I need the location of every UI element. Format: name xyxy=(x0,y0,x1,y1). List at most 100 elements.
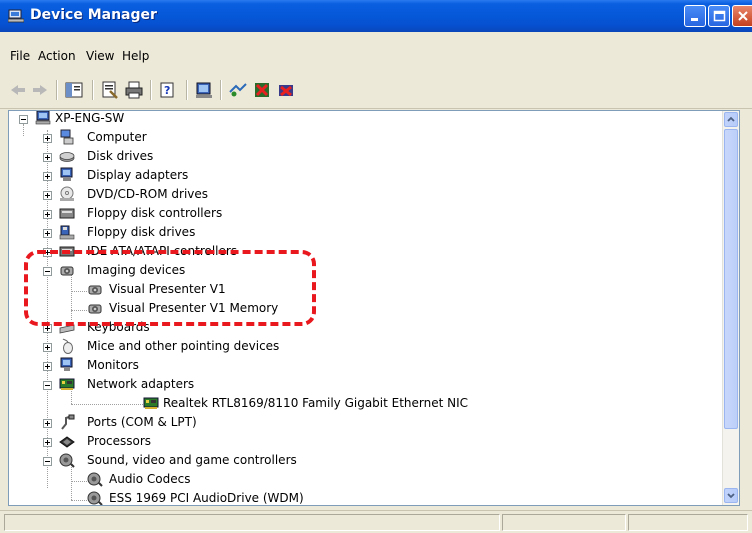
tree-item-label: Realtek RTL8169/8110 Family Gigabit Ethe… xyxy=(163,396,469,410)
expand-keyboards-expander[interactable] xyxy=(43,324,52,333)
tree-item-imaging-devices[interactable]: Imaging devices xyxy=(9,261,709,280)
tree-item-label: Network adapters xyxy=(87,377,195,391)
toolbar-separator xyxy=(186,80,188,100)
tree-item-display-adapters[interactable]: Display adapters xyxy=(9,166,709,185)
sound-icon xyxy=(87,472,103,487)
scroll-down-button[interactable] xyxy=(724,488,738,503)
minimize-icon xyxy=(691,18,698,21)
expand-monitors-expander[interactable] xyxy=(43,362,52,371)
port-icon xyxy=(61,414,75,430)
expand-ports-expander[interactable] xyxy=(43,419,52,428)
tree-item-visual-presenter-memory[interactable]: Visual Presenter V1 Memory xyxy=(9,299,709,318)
tree-item-realtek-nic[interactable]: Realtek RTL8169/8110 Family Gigabit Ethe… xyxy=(9,394,709,413)
back-icon[interactable] xyxy=(8,80,28,100)
chevron-down-icon xyxy=(727,493,735,499)
maximize-button[interactable] xyxy=(708,5,730,27)
network-card-icon xyxy=(59,378,75,390)
forward-icon[interactable] xyxy=(30,80,50,100)
tree-item-monitors[interactable]: Monitors xyxy=(9,356,709,375)
tree-item-label: Audio Codecs xyxy=(109,472,191,486)
floppy-drive-icon xyxy=(59,225,75,240)
toolbar-separator xyxy=(150,80,152,100)
close-icon xyxy=(738,11,748,21)
tree-item-network-adapters[interactable]: Network adapters xyxy=(9,375,709,394)
uninstall-device-icon[interactable] xyxy=(276,80,296,100)
status-cell xyxy=(628,514,748,531)
menu-view[interactable]: View xyxy=(86,49,114,63)
tree-item-mice[interactable]: Mice and other pointing devices xyxy=(9,337,709,356)
tree-item-ide-controllers[interactable]: IDE ATA/ATAPI controllers xyxy=(9,242,709,261)
tree-item-floppy-disk-drives[interactable]: Floppy disk drives xyxy=(9,223,709,242)
expand-floppy-controllers-expander[interactable] xyxy=(43,210,52,219)
tree-item-label: ESS 1969 PCI AudioDrive (WDM) xyxy=(109,491,304,505)
collapse-root-expander[interactable] xyxy=(19,115,28,124)
tree-root[interactable]: XP-ENG-SW xyxy=(9,111,709,128)
ide-controller-icon xyxy=(59,246,75,257)
show-hide-console-tree-icon[interactable] xyxy=(64,80,84,100)
tree-item-ess-audiodrive[interactable]: ESS 1969 PCI AudioDrive (WDM) xyxy=(9,489,709,505)
keyboard-icon xyxy=(59,324,75,334)
tree-item-sound-video-game[interactable]: Sound, video and game controllers xyxy=(9,451,709,470)
tree-item-label: IDE ATA/ATAPI controllers xyxy=(87,244,238,258)
expand-ide-controllers-expander[interactable] xyxy=(43,248,52,257)
tree-item-label: Monitors xyxy=(87,358,139,372)
disable-device-icon[interactable] xyxy=(252,80,272,100)
tree-item-audio-codecs[interactable]: Audio Codecs xyxy=(9,470,709,489)
tree-root-label: XP-ENG-SW xyxy=(55,111,125,125)
collapse-network-adapters-expander[interactable] xyxy=(43,381,52,390)
monitor-icon xyxy=(60,357,73,371)
expand-disk-drives-expander[interactable] xyxy=(43,153,52,162)
update-driver-icon[interactable] xyxy=(228,80,248,100)
help-icon[interactable]: ? xyxy=(158,80,178,100)
print-icon[interactable] xyxy=(124,80,144,100)
camera-icon xyxy=(88,285,102,295)
collapse-imaging-devices-expander[interactable] xyxy=(43,267,52,276)
expand-dvd-cdrom-drives-expander[interactable] xyxy=(43,191,52,200)
tree-item-visual-presenter[interactable]: Visual Presenter V1 xyxy=(9,280,709,299)
tree-item-dvd-cdrom-drives[interactable]: DVD/CD-ROM drives xyxy=(9,185,709,204)
collapse-sound-expander[interactable] xyxy=(43,457,52,466)
tree-item-label: Computer xyxy=(87,130,147,144)
expand-processors-expander[interactable] xyxy=(43,438,52,447)
device-tree: XP-ENG-SW Computer Disk drives Display a… xyxy=(9,111,725,505)
vertical-scrollbar[interactable] xyxy=(722,111,739,505)
toolbar-separator xyxy=(92,80,94,100)
camera-icon xyxy=(60,266,74,276)
tree-item-disk-drives[interactable]: Disk drives xyxy=(9,147,709,166)
expand-display-adapters-expander[interactable] xyxy=(43,172,52,181)
tree-item-ports[interactable]: Ports (COM & LPT) xyxy=(9,413,709,432)
tree-item-keyboards[interactable]: Keyboards xyxy=(9,318,709,337)
title-bar[interactable]: Device Manager xyxy=(0,0,752,32)
menu-file[interactable]: File xyxy=(10,49,30,63)
display-adapter-icon xyxy=(60,167,73,181)
close-button[interactable] xyxy=(732,5,752,27)
tree-item-processors[interactable]: Processors xyxy=(9,432,709,451)
expand-floppy-drives-expander[interactable] xyxy=(43,229,52,238)
scroll-up-button[interactable] xyxy=(724,112,738,127)
device-manager-window: Device Manager File Action View Help ? X… xyxy=(0,0,752,533)
minimize-button[interactable] xyxy=(684,5,706,27)
chevron-up-icon xyxy=(727,116,735,122)
properties-icon[interactable] xyxy=(100,80,120,100)
tree-item-label: Floppy disk drives xyxy=(87,225,196,239)
maximize-icon xyxy=(713,10,726,22)
menu-help[interactable]: Help xyxy=(122,49,149,63)
window-title: Device Manager xyxy=(30,7,157,23)
menu-action[interactable]: Action xyxy=(38,49,76,63)
cd-drive-icon xyxy=(60,186,74,201)
scroll-thumb[interactable] xyxy=(724,129,738,429)
floppy-controller-icon xyxy=(59,208,75,219)
sound-icon xyxy=(59,453,75,468)
toolbar-separator xyxy=(220,80,222,100)
tree-item-label: Visual Presenter V1 xyxy=(109,282,226,296)
status-bar xyxy=(0,510,752,533)
expand-computer-expander[interactable] xyxy=(43,134,52,143)
expand-mice-expander[interactable] xyxy=(43,343,52,352)
tree-item-computer[interactable]: Computer xyxy=(9,128,709,147)
tree-item-floppy-disk-controllers[interactable]: Floppy disk controllers xyxy=(9,204,709,223)
disk-drive-icon xyxy=(59,152,75,162)
device-tree-panel[interactable]: XP-ENG-SW Computer Disk drives Display a… xyxy=(8,110,740,506)
tree-item-label: Floppy disk controllers xyxy=(87,206,223,220)
tree-item-label: Imaging devices xyxy=(87,263,186,277)
scan-hardware-icon[interactable] xyxy=(194,80,214,100)
